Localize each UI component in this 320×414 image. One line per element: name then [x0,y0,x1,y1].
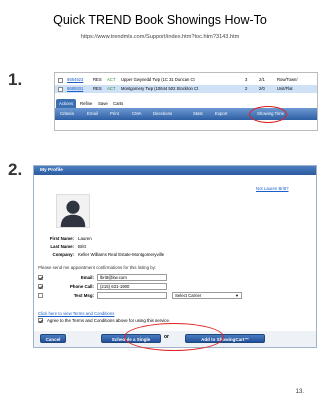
listing-address: Montgomery Twp (10644 502 Stockton Ct [121,86,199,91]
phone-field[interactable]: (215) 631-1900 [97,283,167,290]
first-name-value: Lauren [78,236,92,241]
row-checkbox[interactable] [58,77,63,83]
not-user-link[interactable]: Not Lauren Britt? [256,186,288,191]
beds: 3 [245,77,248,82]
listing-results-screenshot: 6684923 RES ACT Upper Gwynedd Twp (1C 31… [54,72,318,131]
text-field[interactable] [97,292,167,299]
style: Row/Town/ [277,77,298,82]
text-label: Text Msg: [73,293,94,298]
baths: 2/1 [259,77,265,82]
email-row: Email: lbritt@kw.com [38,274,308,283]
phone-label: Phone Call: [69,284,94,289]
cancel-button[interactable]: Cancel [40,334,66,343]
email-checkbox[interactable] [38,275,43,280]
beds: 2 [245,86,248,91]
mls-number[interactable]: 6685931 [67,85,83,93]
company-value: Keller Williams Real Estate-Montgomeryvi… [78,252,165,257]
listing-status: ACT [107,86,116,91]
terms-link[interactable]: Click here to view Terms and Conditions [38,311,114,316]
directions-button[interactable]: Directions [153,108,172,120]
cma-button[interactable]: CMA [132,108,142,120]
last-name-label: Last Name: [50,244,74,249]
listing-row-selected[interactable]: 6685931 RES ACT Montgomery Twp (10644 50… [55,85,317,93]
tab-save[interactable]: Save [95,99,111,108]
phone-row: Phone Call: (215) 631-1900 [38,283,308,292]
last-name-value: Britt [78,244,86,249]
print-button[interactable]: Print [110,108,119,120]
carrier-select-value: Select Carrier [175,293,202,298]
document-url: https://www.trendmls.com/Support/index.h… [80,34,240,40]
confirmation-notice: Please send me appointment confirmations… [38,265,157,270]
criteria-button[interactable]: Criteria [60,108,74,120]
person-silhouette-icon [60,200,86,227]
company-label: Company: [52,252,74,257]
document-title: Quick TREND Book Showings How-To [53,13,267,27]
property-type: RES [93,86,102,91]
step-number-1: 1. [8,70,23,89]
highlight-circle [249,106,287,123]
mls-number[interactable]: 6684923 [67,76,83,84]
first-name-label: First Name: [49,236,74,241]
listing-address: Upper Gwynedd Twp (1C 31 Duncan Ct [121,77,195,82]
tab-refine[interactable]: Refine [77,99,95,108]
highlight-circle [124,323,224,351]
row-checkbox[interactable] [58,86,63,92]
stats-button[interactable]: Stats [193,108,203,120]
text-row: Text Msg: Select Carrier ▼ [38,292,308,301]
text-checkbox[interactable] [38,293,43,298]
carrier-select[interactable]: Select Carrier ▼ [172,292,242,299]
email-button[interactable]: Email [87,108,98,120]
profile-form-screenshot: My Profile Not Lauren Britt? First Name:… [33,165,317,348]
section-title: My Profile [34,166,316,175]
page-number: 13. [295,389,304,395]
email-field[interactable]: lbritt@kw.com [97,274,167,281]
listing-status: ACT [107,77,116,82]
tab-carts[interactable]: Carts [110,99,126,108]
style: Unit/Flat [277,86,293,91]
export-button[interactable]: Export [215,108,227,120]
phone-checkbox[interactable] [38,284,43,289]
email-label: Email: [80,275,94,280]
agree-checkbox[interactable] [38,318,43,323]
avatar [56,194,90,228]
step-number-2: 2. [8,160,23,179]
baths: 2/0 [259,86,265,91]
chevron-down-icon: ▼ [235,293,239,298]
agree-text: Agree to the Terms and Conditions above … [47,318,171,323]
listing-row[interactable]: 6684923 RES ACT Upper Gwynedd Twp (1C 31… [55,76,317,84]
property-type: RES [93,77,102,82]
tab-actions[interactable]: Actions [56,99,77,108]
